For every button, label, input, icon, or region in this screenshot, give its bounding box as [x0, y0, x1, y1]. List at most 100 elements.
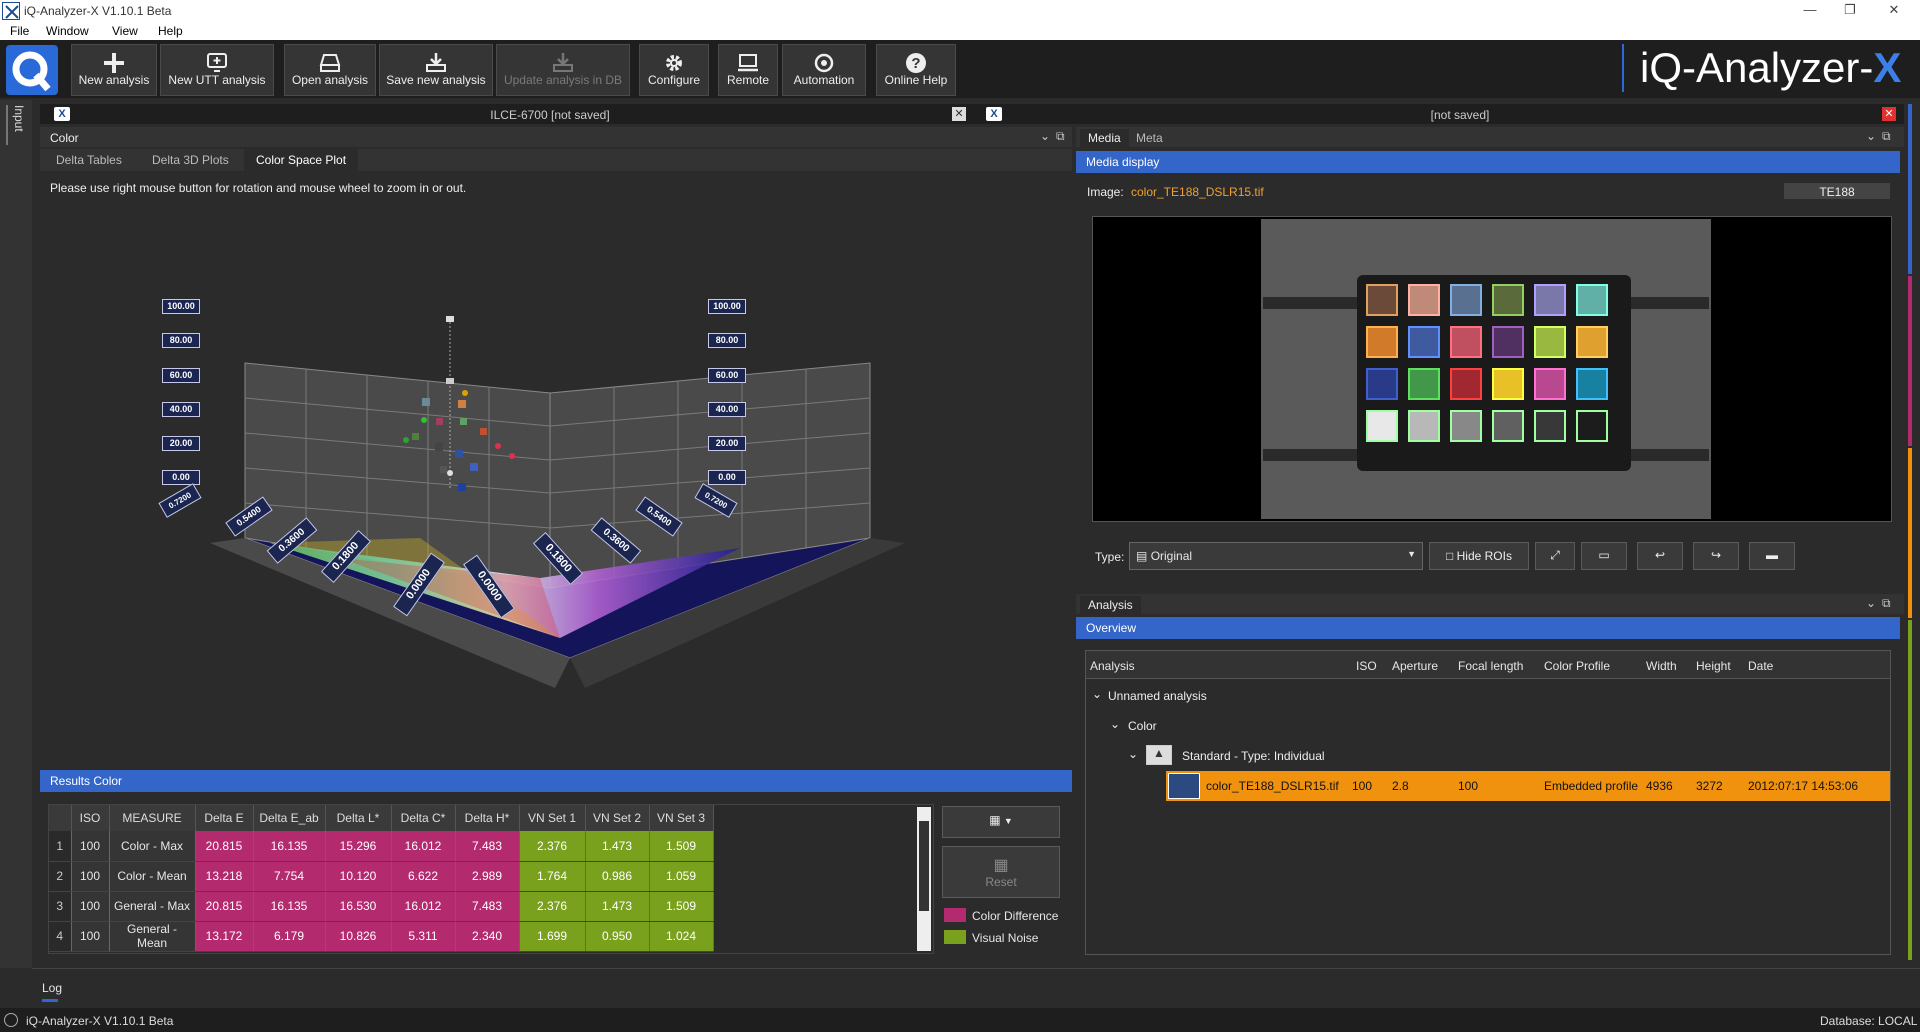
analysis-float-icon[interactable]: ⧉	[1882, 596, 1891, 611]
overview-header: Analysis ISO Aperture Focal length Color…	[1086, 651, 1890, 679]
table-row[interactable]: 1 100 Color - Max 20.815 16.135 15.296 1…	[49, 831, 714, 862]
close-right-doc-icon[interactable]: ✕	[1882, 107, 1896, 121]
tree-row-selected-file[interactable]: color_TE188_DSLR15.tif 100 2.8 100 Embed…	[1166, 771, 1890, 801]
tab-delta-tables[interactable]: Delta Tables	[44, 149, 134, 171]
reset-button[interactable]: ▦ Reset	[942, 846, 1060, 898]
fit-image-button[interactable]: ⤢	[1535, 542, 1575, 570]
input-tab[interactable]: Input	[6, 105, 26, 145]
type-select[interactable]: ▤ Original ▼	[1129, 542, 1423, 570]
media-viewer[interactable]	[1092, 216, 1892, 522]
log-tab[interactable]: Log	[42, 981, 62, 995]
table-row[interactable]: 2 100 Color - Mean 13.218 7.754 10.120 6…	[49, 861, 714, 892]
save-new-analysis-button[interactable]: Save new analysis	[379, 44, 493, 96]
cell-vn-set-1: 2.376	[519, 831, 586, 862]
expand-chevron-icon[interactable]: ⌄	[1092, 687, 1102, 701]
tab-media[interactable]: Media	[1080, 129, 1129, 147]
col-focal-length[interactable]: Focal length	[1458, 659, 1523, 673]
col-delta-e-ab[interactable]: Delta E_ab	[253, 805, 326, 831]
cell-vn-set-3: 1.509	[649, 891, 714, 922]
col-delta-c[interactable]: Delta C*	[391, 805, 456, 831]
menu-help[interactable]: Help	[158, 24, 183, 38]
online-help-button[interactable]: ? Online Help	[876, 44, 956, 96]
brand-text: iQ-Analyzer-	[1640, 44, 1874, 91]
db-update-icon	[497, 45, 629, 73]
scrollbar-thumb[interactable]	[919, 821, 929, 911]
tab-meta[interactable]: Meta	[1128, 129, 1171, 147]
col-analysis[interactable]: Analysis	[1090, 659, 1135, 673]
menu-window[interactable]: Window	[46, 24, 89, 38]
col-iso[interactable]: ISO	[71, 805, 110, 831]
app-home-icon[interactable]	[6, 45, 58, 95]
input-sidebar: Input	[0, 100, 32, 968]
configure-button[interactable]: Configure	[639, 44, 709, 96]
col-delta-l[interactable]: Delta L*	[325, 805, 392, 831]
tab-analysis[interactable]: Analysis	[1080, 596, 1141, 614]
table-row[interactable]: 4 100 General - Mean 13.172 6.179 10.826…	[49, 921, 714, 952]
open-folder-button[interactable]: ▬	[1749, 542, 1795, 570]
automation-label: Automation	[793, 73, 855, 87]
tree-row-color[interactable]: ⌄ Color	[1086, 711, 1890, 741]
media-float-icon[interactable]: ⧉	[1882, 129, 1891, 144]
expand-chevron-icon[interactable]: ⌄	[1128, 747, 1138, 761]
expand-chevron-icon[interactable]: ⌄	[1110, 717, 1120, 731]
next-button[interactable]: ↪	[1693, 542, 1739, 570]
tab-delta-3d-plots[interactable]: Delta 3D Plots	[140, 149, 241, 171]
open-analysis-button[interactable]: Open analysis	[284, 44, 376, 96]
legend-visual-noise-swatch	[944, 930, 966, 944]
close-doc-icon[interactable]: ✕	[952, 107, 966, 121]
col-vn-set-3[interactable]: VN Set 3	[649, 805, 714, 831]
update-analysis-in-db-button[interactable]: Update analysis in DB	[496, 44, 630, 96]
cell-delta-h: 7.483	[455, 891, 520, 922]
minimize-button[interactable]: —	[1790, 2, 1830, 20]
remote-button[interactable]: Remote	[718, 44, 778, 96]
col-aperture[interactable]: Aperture	[1392, 659, 1438, 673]
cell-iso: 100	[71, 861, 110, 892]
col-vn-set-2[interactable]: VN Set 2	[585, 805, 650, 831]
color-tabs: Delta Tables Delta 3D Plots Color Space …	[40, 149, 1072, 171]
table-row[interactable]: 3 100 General - Max 20.815 16.135 16.530…	[49, 891, 714, 922]
status-left-text: iQ-Analyzer-X V1.10.1 Beta	[26, 1014, 174, 1028]
col-width[interactable]: Width	[1646, 659, 1677, 673]
image-filename: color_TE188_DSLR15.tif	[1131, 185, 1264, 199]
image-label: Image:	[1087, 185, 1124, 199]
window-title: iQ-Analyzer-X V1.10.1 Beta	[24, 4, 172, 18]
legend-visual-noise-label: Visual Noise	[972, 931, 1039, 945]
results-scrollbar[interactable]	[917, 807, 931, 951]
menu-file[interactable]: File	[10, 24, 29, 38]
display-icon: ▭	[1598, 548, 1610, 562]
collapse-chevron-icon[interactable]: ⌄	[1040, 129, 1050, 143]
col-measure[interactable]: MEASURE	[109, 805, 196, 831]
tab-color-space-plot[interactable]: Color Space Plot	[244, 149, 359, 171]
col-date[interactable]: Date	[1748, 659, 1773, 673]
new-utt-analysis-button[interactable]: New UTT analysis	[160, 44, 274, 96]
float-panel-icon[interactable]: ⧉	[1056, 129, 1065, 144]
col-vn-set-1[interactable]: VN Set 1	[519, 805, 586, 831]
cell-iso: 100	[71, 831, 110, 862]
overview-bar: Overview	[1076, 617, 1900, 639]
analysis-collapse-icon[interactable]: ⌄	[1866, 596, 1876, 610]
export-table-button[interactable]: ▦ ▼	[942, 806, 1060, 838]
help-icon: ?	[877, 45, 955, 73]
col-delta-e[interactable]: Delta E	[195, 805, 254, 831]
new-analysis-button[interactable]: New analysis	[71, 44, 157, 96]
media-collapse-icon[interactable]: ⌄	[1866, 129, 1876, 143]
maximize-button[interactable]: ❐	[1830, 2, 1870, 20]
hide-rois-button[interactable]: □ Hide ROIs	[1429, 542, 1529, 570]
previous-button[interactable]: ↩	[1637, 542, 1683, 570]
tree-row-standard[interactable]: ⌄ ▲ Standard - Type: Individual	[1086, 741, 1890, 771]
type-dropdown-arrow-icon: ▼	[1407, 549, 1416, 559]
tree-row-unnamed-analysis[interactable]: ⌄ Unnamed analysis	[1086, 681, 1890, 711]
file-thumbnail	[1168, 773, 1200, 799]
cell-delta-l: 16.530	[325, 891, 392, 922]
menu-view[interactable]: View	[112, 24, 138, 38]
col-height[interactable]: Height	[1696, 659, 1731, 673]
automation-button[interactable]: Automation	[782, 44, 866, 96]
close-window-button[interactable]: ✕	[1874, 2, 1914, 20]
media-panel: Image: color_TE188_DSLR15.tif TE188	[1076, 173, 1900, 543]
app-logo-icon	[2, 2, 20, 20]
col-delta-h[interactable]: Delta H*	[455, 805, 520, 831]
right-doc-title: [not saved]	[1430, 108, 1490, 122]
col-color-profile[interactable]: Color Profile	[1544, 659, 1610, 673]
display-button[interactable]: ▭	[1581, 542, 1627, 570]
col-ov-iso[interactable]: ISO	[1356, 659, 1377, 673]
